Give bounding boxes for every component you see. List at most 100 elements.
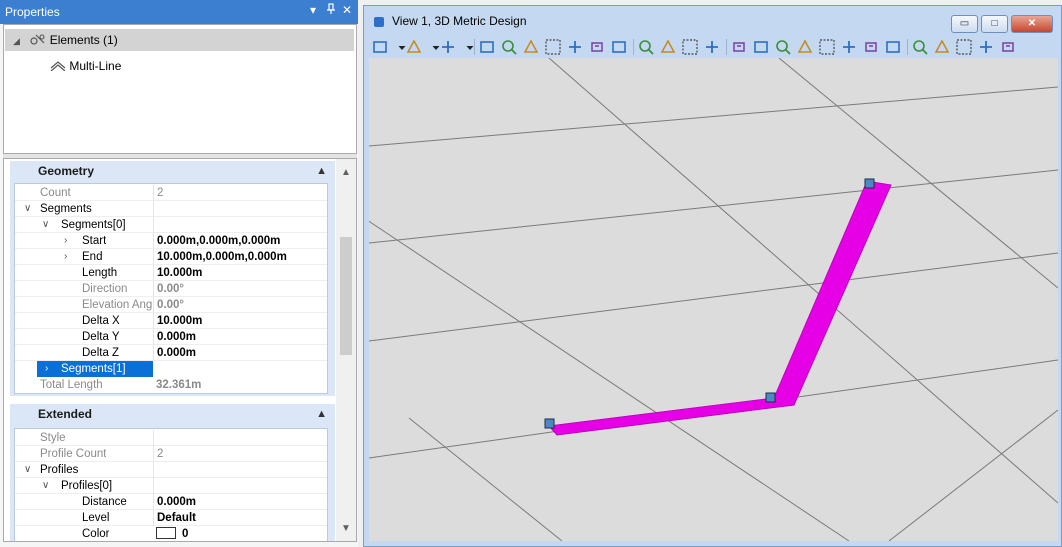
zoom-out-icon[interactable]	[522, 38, 540, 56]
clip-volume-icon[interactable]	[730, 38, 748, 56]
property-row-style[interactable]: Style	[15, 430, 327, 446]
view-title-bar[interactable]: View 1, 3D Metric Design ▭ □ ✕	[364, 6, 1061, 36]
camera-icon[interactable]	[774, 38, 792, 56]
property-row-segments-0[interactable]: ∨ Segments[0]	[15, 217, 327, 233]
property-value[interactable]: 0.000m	[153, 329, 327, 345]
view-attributes-icon[interactable]	[371, 38, 389, 56]
dropdown-arrow-icon[interactable]	[393, 38, 406, 56]
property-label: Delta Y	[82, 331, 120, 343]
property-row-segments[interactable]: ∨ Segments	[15, 201, 327, 217]
pan-view-icon[interactable]	[610, 38, 628, 56]
set-display-depth-icon[interactable]	[862, 38, 880, 56]
property-row-direction[interactable]: Direction 0.00°	[15, 281, 327, 297]
property-value[interactable]: Default	[153, 510, 327, 526]
vertex-handle-start[interactable]	[544, 418, 555, 429]
3d-scene[interactable]	[369, 58, 1058, 541]
maximize-button[interactable]: □	[981, 15, 1008, 33]
copy-view-icon[interactable]	[703, 38, 721, 56]
view-canvas[interactable]	[369, 58, 1058, 541]
property-row-delta-z[interactable]: Delta Z 0.000m	[15, 345, 327, 361]
minimize-button[interactable]: ▭	[951, 15, 978, 33]
scroll-down-arrow-icon[interactable]: ▼	[341, 523, 351, 534]
property-label: Distance	[82, 496, 127, 508]
vertex-handle-middle[interactable]	[765, 392, 776, 403]
property-row-profiles-0[interactable]: ∨ Profiles[0]	[15, 478, 327, 494]
close-icon[interactable]: ✕	[342, 3, 352, 17]
property-label: Delta X	[82, 315, 120, 327]
expand-arrow-icon[interactable]: ∨	[24, 462, 31, 478]
property-value[interactable]: 10.000m,0.000m,0.000m	[153, 249, 327, 265]
dropdown-icon[interactable]: ▾	[310, 3, 316, 17]
property-row-segments-1[interactable]: Segments[1] ›	[15, 361, 327, 377]
extended-section-header[interactable]: Extended ▲	[10, 404, 335, 424]
property-row-distance[interactable]: Distance 0.000m	[15, 494, 327, 510]
multi-line-element[interactable]	[547, 180, 892, 436]
help-icon[interactable]	[999, 38, 1017, 56]
window-area-icon[interactable]	[544, 38, 562, 56]
geometry-section-header[interactable]: Geometry ▲	[10, 161, 335, 181]
property-row-elevation-angle[interactable]: Elevation Ang 0.00°	[15, 297, 327, 313]
property-value[interactable]: 10.000m	[153, 313, 327, 329]
pin-icon[interactable]	[326, 3, 336, 18]
extended-rows: Style Profile Count 2 ∨ Profiles ∨ Profi…	[14, 428, 328, 541]
zoom-in-icon[interactable]	[500, 38, 518, 56]
tree-item-elements[interactable]: ◢ Elements (1)	[5, 29, 354, 51]
view-toggles-icon[interactable]	[796, 38, 814, 56]
vertex-handle-end[interactable]	[864, 178, 875, 189]
dropdown-arrow-icon[interactable]	[427, 38, 440, 56]
property-grid-scrollbar[interactable]: ▲ ▼	[336, 159, 356, 541]
toolbar-separator	[474, 39, 475, 55]
collapse-chevron-icon[interactable]: ▲	[316, 404, 327, 424]
property-value[interactable]: 0.000m,0.000m,0.000m	[153, 233, 327, 249]
color-swatch[interactable]	[156, 527, 176, 539]
expand-arrow-icon[interactable]: ∨	[24, 201, 31, 217]
scroll-up-arrow-icon[interactable]: ▲	[341, 167, 351, 178]
close-button[interactable]: ✕	[1011, 15, 1053, 33]
depth-icon[interactable]	[840, 38, 858, 56]
expand-arrow-icon[interactable]: ›	[45, 361, 48, 377]
expand-arrow-icon[interactable]: ∨	[42, 217, 49, 233]
property-row-length[interactable]: Length 10.000m	[15, 265, 327, 281]
property-row-level[interactable]: Level Default	[15, 510, 327, 526]
collapse-arrow-icon[interactable]: ◢	[13, 30, 27, 52]
view-next-icon[interactable]	[681, 38, 699, 56]
3d-cube-icon[interactable]	[955, 38, 973, 56]
property-row-end[interactable]: › End 10.000m,0.000m,0.000m	[15, 249, 327, 265]
update-view-icon[interactable]	[478, 38, 496, 56]
scrollbar-thumb[interactable]	[340, 237, 352, 355]
save-view-icon[interactable]	[818, 38, 836, 56]
extended-section: Extended ▲ Style Profile Count 2 ∨ Profi…	[10, 404, 335, 541]
property-row-count[interactable]: Count 2	[15, 185, 327, 201]
expand-arrow-icon[interactable]: ›	[64, 233, 67, 249]
property-row-start[interactable]: › Start 0.000m,0.000m,0.000m	[15, 233, 327, 249]
property-value[interactable]: 0.000m	[153, 494, 327, 510]
lighting-icon[interactable]	[439, 38, 457, 56]
screenshot-icon[interactable]	[933, 38, 951, 56]
view-undo-icon[interactable]	[911, 38, 929, 56]
walk-icon[interactable]	[637, 38, 655, 56]
property-row-profiles[interactable]: ∨ Profiles	[15, 462, 327, 478]
property-row-profile-count[interactable]: Profile Count 2	[15, 446, 327, 462]
tools-icon[interactable]	[977, 38, 995, 56]
property-row-delta-y[interactable]: Delta Y 0.000m	[15, 329, 327, 345]
property-value	[153, 361, 327, 377]
dropdown-arrow-icon[interactable]	[461, 38, 474, 56]
property-row-total-length[interactable]: Total Length 32.361m	[15, 377, 327, 393]
rotate-view-icon[interactable]	[588, 38, 606, 56]
tree-item-multi-line[interactable]: Multi-Line	[50, 55, 121, 77]
fit-view-icon[interactable]	[566, 38, 584, 56]
expand-arrow-icon[interactable]: ∨	[42, 478, 49, 494]
active-depth-icon[interactable]	[884, 38, 902, 56]
property-row-color[interactable]: Color 0	[15, 526, 327, 541]
collapse-chevron-icon[interactable]: ▲	[316, 161, 327, 181]
property-row-delta-x[interactable]: Delta X 10.000m	[15, 313, 327, 329]
view-previous-icon[interactable]	[659, 38, 677, 56]
clip-mask-icon[interactable]	[752, 38, 770, 56]
expand-arrow-icon[interactable]: ›	[64, 249, 67, 265]
tree-item-label: Multi-Line	[69, 59, 122, 73]
property-value[interactable]: 10.000m	[153, 265, 327, 281]
display-style-icon[interactable]	[405, 38, 423, 56]
property-value[interactable]: 0	[153, 526, 327, 541]
property-value[interactable]: 0.000m	[153, 345, 327, 361]
property-label: Profiles[0]	[61, 480, 113, 492]
